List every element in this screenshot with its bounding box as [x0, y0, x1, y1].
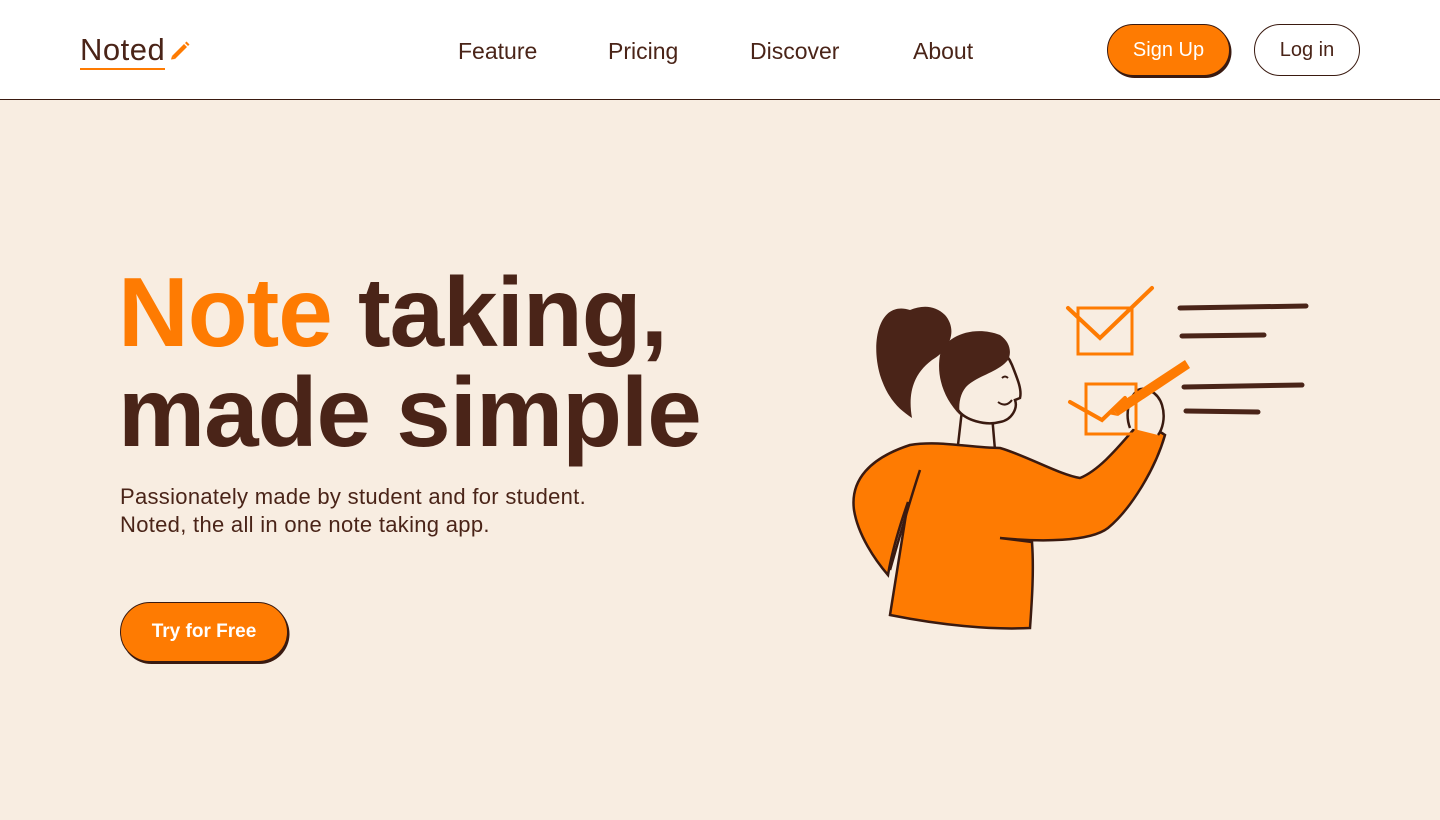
site-header: Noted Feature Pricing Discover About Sig…: [0, 0, 1440, 100]
nav-link-about[interactable]: About: [913, 36, 973, 66]
nav-link-discover[interactable]: Discover: [750, 36, 839, 66]
hero-title-line-2: made simple: [118, 357, 702, 467]
hero-title: Note taking, made simple: [118, 262, 702, 462]
hero-subtitle-line-2: Noted, the all in one note taking app.: [120, 512, 490, 537]
hero-title-rest: taking,: [331, 257, 668, 367]
hero-subtitle: Passionately made by student and for stu…: [120, 483, 586, 539]
sign-up-button[interactable]: Sign Up: [1107, 24, 1230, 76]
woman-checking-list-illustration: [852, 286, 1309, 630]
nav-link-pricing[interactable]: Pricing: [608, 36, 678, 66]
hero-title-accent: Note: [118, 257, 333, 367]
nav-link-feature[interactable]: Feature: [458, 36, 537, 66]
try-for-free-button[interactable]: Try for Free: [120, 602, 288, 662]
log-in-button[interactable]: Log in: [1254, 24, 1360, 76]
hero-title-line-1: Note taking,: [118, 257, 668, 367]
hero-subtitle-line-1: Passionately made by student and for stu…: [120, 484, 587, 509]
